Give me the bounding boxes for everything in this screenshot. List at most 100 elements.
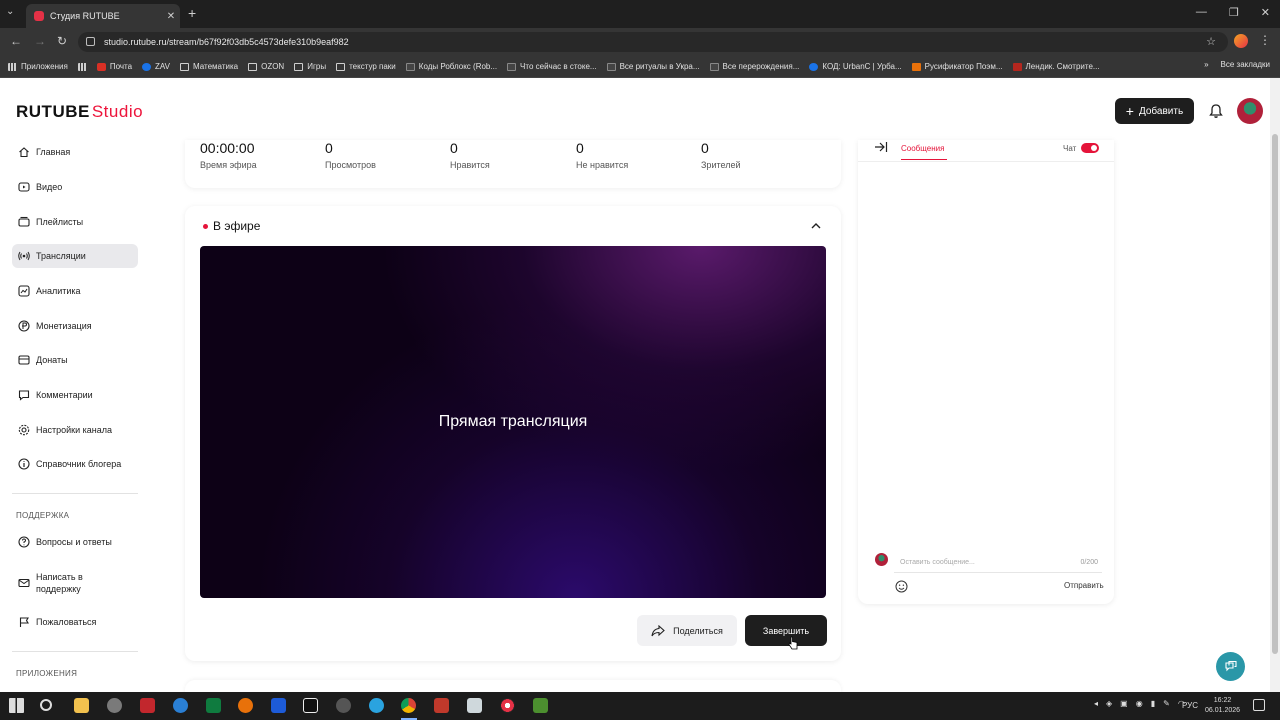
chat-bubble-icon — [1224, 660, 1237, 671]
all-bookmarks-button[interactable]: Все закладки — [1221, 60, 1270, 69]
monetization-icon — [18, 320, 30, 332]
bookmark-item[interactable]: Приложения — [8, 62, 68, 71]
tab-messages[interactable]: Сообщения — [901, 144, 944, 153]
help-chat-button[interactable] — [1216, 652, 1245, 681]
tray-app-icon[interactable]: ✎ — [1163, 699, 1170, 708]
active-tab-underline — [901, 159, 947, 160]
emoji-icon[interactable] — [895, 580, 908, 593]
bookmark-item[interactable]: Игры — [294, 62, 326, 71]
close-window-icon[interactable]: ✕ — [1261, 6, 1270, 19]
bookmark-item[interactable]: текстур паки — [336, 62, 396, 71]
network-icon[interactable]: ◈ — [1106, 699, 1112, 708]
taskbar-clock[interactable]: 16:22 06.01.2026 — [1205, 696, 1240, 716]
analytics-icon — [18, 285, 30, 297]
minecraft-icon[interactable] — [533, 698, 548, 713]
tray-app-icon[interactable]: ▣ — [1120, 699, 1128, 708]
send-message-button[interactable]: Отправить — [1064, 581, 1104, 590]
bookmark-item[interactable]: Математика — [180, 62, 238, 71]
bookmarks-overflow-icon[interactable]: » — [1204, 60, 1208, 69]
scrollbar-thumb[interactable] — [1272, 134, 1278, 654]
chrome-icon[interactable] — [401, 698, 416, 713]
bookmark-item[interactable]: ZAV — [142, 62, 170, 71]
bookmark-item[interactable]: OZON — [248, 62, 284, 71]
app-icon[interactable] — [140, 698, 155, 713]
bookmark-item[interactable]: Что сейчас в стоке... — [507, 62, 597, 71]
bookmark-item[interactable] — [77, 62, 87, 71]
bookmark-item[interactable]: Все ритуалы в Укра... — [606, 62, 700, 71]
sidebar-item-playlists[interactable]: Плейлисты — [12, 210, 138, 234]
tray-app-icon[interactable]: ◉ — [1136, 699, 1143, 708]
live-stream-card: В эфире Прямая трансляция Поделиться Зав… — [185, 206, 841, 661]
language-indicator[interactable]: РУС — [1182, 701, 1198, 710]
telegram-icon[interactable] — [369, 698, 384, 713]
volume-icon[interactable]: ◂ — [1094, 699, 1098, 708]
sidebar-item-broadcasts[interactable]: Трансляции — [12, 244, 138, 268]
browser-menu-icon[interactable]: ⋮ — [1259, 33, 1271, 47]
sidebar-item-channel-settings[interactable]: Настройки канала — [12, 418, 138, 442]
extension-icon[interactable] — [1234, 34, 1248, 48]
chat-message-input[interactable]: Оставить сообщение... 0/200 — [894, 553, 1102, 573]
share-button[interactable]: Поделиться — [637, 615, 737, 646]
notifications-bell-icon[interactable] — [1208, 103, 1224, 119]
minimize-icon[interactable]: — — [1196, 6, 1207, 19]
site-info-icon[interactable] — [86, 37, 95, 46]
user-avatar[interactable] — [1237, 98, 1263, 124]
chevron-up-icon[interactable] — [809, 220, 823, 232]
new-tab-icon[interactable]: + — [188, 5, 196, 21]
maximize-icon[interactable]: ❐ — [1229, 6, 1239, 19]
search-icon[interactable] — [40, 699, 52, 711]
app-icon[interactable] — [336, 698, 351, 713]
app-icon[interactable] — [303, 698, 318, 713]
sidebar-item-label: Монетизация — [36, 321, 92, 331]
bookmark-item[interactable]: Все перерождения... — [709, 62, 799, 71]
url-input[interactable]: studio.rutube.ru/stream/b67f92f03db5c457… — [78, 32, 1228, 52]
sidebar-item-donations[interactable]: Донаты — [12, 348, 138, 372]
sidebar-item-home[interactable]: Главная — [12, 140, 138, 164]
sidebar-item-label: Настройки канала — [36, 425, 113, 435]
notification-center-icon[interactable] — [1253, 699, 1265, 711]
sidebar-item-blogger-guide[interactable]: Справочник блогера — [12, 452, 138, 476]
finish-stream-button[interactable]: Завершить — [745, 615, 827, 646]
bookmark-item[interactable]: Русификатор Поэм... — [911, 62, 1003, 71]
sidebar-item-report[interactable]: Пожаловаться — [12, 610, 138, 634]
bookmark-item[interactable]: Почта — [96, 62, 132, 71]
obs-icon[interactable] — [500, 698, 515, 713]
reload-icon[interactable]: ↻ — [57, 34, 67, 48]
sidebar-item-contact-support[interactable]: Написать в поддержку — [12, 568, 138, 598]
bookmark-item[interactable]: КОД: UrbanC | Урба... — [809, 62, 902, 71]
add-button-label: Добавить — [1138, 105, 1184, 117]
sidebar-item-video[interactable]: Видео — [12, 175, 138, 199]
notepad-icon[interactable] — [467, 698, 482, 713]
tray-app-icon[interactable]: ▮ — [1151, 699, 1155, 708]
collapse-chat-icon[interactable] — [874, 141, 888, 153]
live-video-player[interactable]: Прямая трансляция — [200, 246, 826, 598]
app-icon[interactable] — [107, 698, 122, 713]
bookmark-star-icon[interactable]: ☆ — [1206, 35, 1216, 48]
tab-close-icon[interactable]: ✕ — [162, 11, 180, 22]
chat-toggle-switch[interactable] — [1081, 143, 1099, 153]
bookmark-item[interactable]: Лендик. Смотрите... — [1012, 62, 1100, 71]
back-icon[interactable]: ← — [10, 34, 22, 48]
app-icon[interactable] — [238, 698, 253, 713]
sidebar-item-comments[interactable]: Комментарии — [12, 383, 138, 407]
browser-tab[interactable]: Студия RUTUBE ✕ — [26, 4, 180, 28]
photoshop-icon[interactable] — [271, 698, 286, 713]
sidebar-item-analytics[interactable]: Аналитика — [12, 279, 138, 303]
app-icon[interactable] — [173, 698, 188, 713]
bookmark-item[interactable]: Коды Роблокс (Rob... — [405, 62, 497, 71]
rutube-studio-logo[interactable]: RUTUBE Studio — [16, 102, 143, 122]
app-icon[interactable] — [434, 698, 449, 713]
sidebar-item-monetization[interactable]: Монетизация — [12, 314, 138, 338]
windows-start-icon[interactable] — [9, 698, 24, 713]
forward-icon[interactable]: → — [34, 34, 46, 48]
app-icon[interactable] — [206, 698, 221, 713]
sidebar-item-faq[interactable]: Вопросы и ответы — [12, 530, 138, 554]
stat-dislikes: 0 Не нравится — [576, 140, 628, 170]
add-button[interactable]: + Добавить — [1115, 98, 1194, 124]
page-scrollbar[interactable] — [1270, 78, 1280, 692]
question-icon — [18, 536, 30, 548]
comments-icon — [18, 389, 30, 401]
share-icon — [651, 624, 665, 636]
file-explorer-icon[interactable] — [74, 698, 89, 713]
tab-search-icon[interactable]: ⌄ — [6, 6, 14, 17]
